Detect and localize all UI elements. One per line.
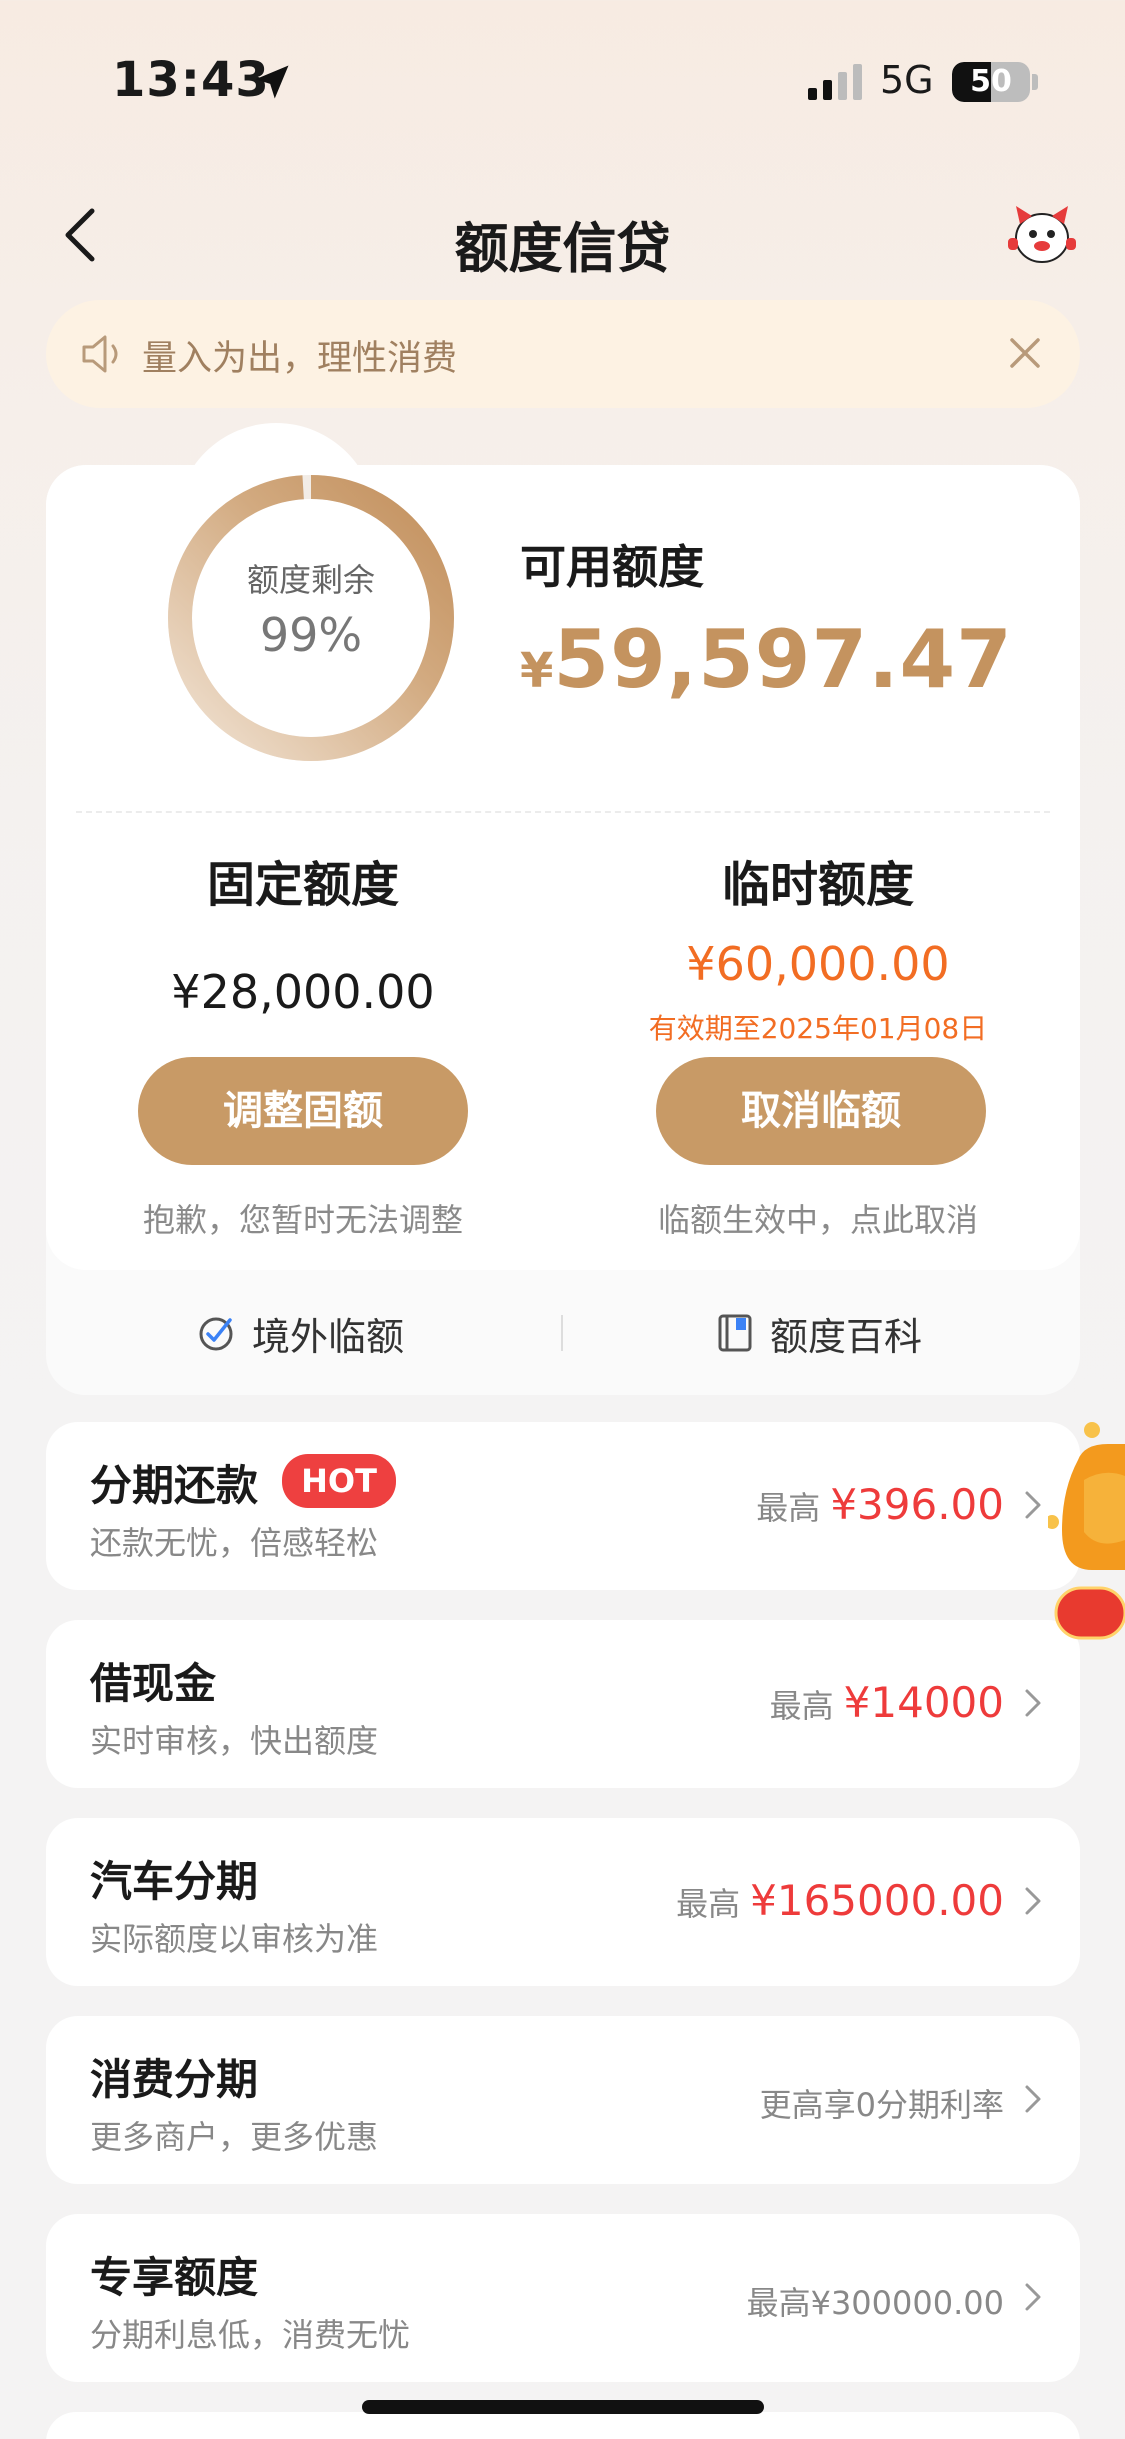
chevron-right-icon — [1025, 2283, 1041, 2311]
speaker-icon — [82, 335, 118, 373]
item-subtitle: 分期利息低，消费无忧 — [90, 2316, 411, 2354]
item-title: 专享额度 — [90, 2253, 259, 2302]
available-title: 可用额度 — [520, 540, 704, 594]
max-amount: ¥165000.00 — [750, 1876, 1004, 1925]
item-subtitle: 实际额度以审核为准 — [90, 1920, 379, 1958]
chevron-right-icon — [1025, 1887, 1041, 1915]
available-amount: ¥59,597.47 — [520, 613, 1013, 706]
item-note: 最高¥300000.00 — [746, 2284, 1004, 2322]
status-bar: 13:43 5G 50 — [0, 0, 1125, 160]
list-item-cash-loan[interactable]: 借现金 实时审核，快出额度 最高 ¥14000 — [46, 1620, 1080, 1788]
list-item-car-installment[interactable]: 汽车分期 实际额度以审核为准 最高 ¥165000.00 — [46, 1818, 1080, 1986]
limit-wiki-link[interactable]: 额度百科 — [714, 1303, 922, 1363]
item-subtitle: 更多商户，更多优惠 — [90, 2118, 379, 2156]
hot-badge: HOT — [282, 1454, 396, 1508]
clock: 13:43 — [112, 52, 270, 108]
temp-title: 临时额度 — [721, 857, 914, 913]
location-arrow-icon — [255, 65, 289, 99]
ring-percent: 99% — [259, 608, 363, 662]
max-amount: ¥14000 — [843, 1678, 1004, 1727]
divider — [76, 811, 1050, 813]
temp-expiry: 有效期至2025年01月08日 — [648, 1012, 988, 1045]
item-title: 汽车分期 — [90, 1857, 259, 1906]
temp-amount: ¥60,000.00 — [686, 937, 950, 991]
item-note: 更高享0分期利率 — [759, 2086, 1004, 2124]
battery-icon: 50 — [952, 62, 1030, 102]
item-max-value: 最高 ¥165000.00 — [676, 1876, 1004, 1925]
overseas-limit-label: 境外临额 — [252, 1314, 405, 1359]
max-prefix: 最高 — [769, 1687, 834, 1725]
list-item-exclusive-limit[interactable]: 专享额度 分期利息低，消费无忧 最高¥300000.00 — [46, 2214, 1080, 2382]
item-subtitle: 还款无忧，倍感轻松 — [90, 1524, 379, 1562]
max-prefix: 最高 — [676, 1885, 741, 1923]
limit-wiki-label: 额度百科 — [770, 1314, 923, 1359]
item-title: 分期还款 — [90, 1461, 259, 1510]
ring-label: 额度剩余 — [246, 561, 375, 599]
item-max-value: 最高 ¥14000 — [770, 1678, 1004, 1727]
notice-banner: 量入为出，理性消费 — [46, 300, 1080, 408]
overseas-limit-link[interactable]: 境外临额 — [196, 1303, 404, 1363]
item-subtitle: 实时审核，快出额度 — [90, 1722, 379, 1760]
link-divider — [561, 1315, 563, 1351]
fixed-amount: ¥28,000.00 — [171, 965, 435, 1019]
close-icon[interactable] — [1002, 330, 1048, 376]
item-max-value: 最高 ¥396.00 — [756, 1480, 1004, 1529]
available-value: 59,597.47 — [553, 613, 1013, 706]
currency-symbol: ¥ — [520, 643, 554, 699]
notice-text: 量入为出，理性消费 — [142, 339, 458, 379]
temp-hint[interactable]: 临额生效中，点此取消 — [618, 1195, 1018, 1241]
battery-label: 50 — [970, 64, 1012, 99]
credit-summary: 额度剩余 99% 可用额度 ¥59,597.47 固定额度 临时额度 ¥28,0… — [46, 465, 1080, 1270]
red-envelope-icon[interactable] — [1048, 1420, 1125, 1650]
chevron-right-icon — [1025, 1689, 1041, 1717]
globe-icon — [199, 1317, 233, 1351]
max-prefix: 最高 — [756, 1489, 821, 1527]
cancel-temp-button[interactable]: 取消临额 — [656, 1057, 986, 1165]
credit-card: 额度剩余 99% 可用额度 ¥59,597.47 固定额度 临时额度 ¥28,0… — [46, 423, 1080, 1395]
book-icon — [718, 1314, 752, 1352]
page-title: 额度信贷 — [454, 217, 671, 280]
list-item-consumer-installment[interactable]: 消费分期 更多商户，更多优惠 更高享0分期利率 — [46, 2016, 1080, 2184]
fixed-title: 固定额度 — [206, 857, 399, 913]
fixed-hint: 抱歉，您暂时无法调整 — [142, 1201, 463, 1239]
max-amount: ¥396.00 — [830, 1480, 1004, 1529]
fixed-limit-section: 固定额度 — [103, 845, 503, 915]
item-title: 消费分期 — [90, 2055, 259, 2104]
chevron-right-icon — [1025, 1491, 1041, 1519]
list-item-partial — [46, 2412, 1080, 2439]
battery-cap — [1032, 74, 1038, 90]
adjust-fixed-button[interactable]: 调整固额 — [138, 1057, 468, 1165]
temp-limit-section: 临时额度 — [618, 845, 1018, 915]
home-indicator — [362, 2400, 764, 2414]
nav-bar: 额度信贷 — [0, 180, 1125, 290]
network-type: 5G — [880, 58, 934, 102]
chevron-right-icon — [1025, 2085, 1041, 2113]
mascot-icon[interactable] — [1006, 202, 1078, 268]
list-item-installment-repay[interactable]: 分期还款 HOT 还款无忧，倍感轻松 最高 ¥396.00 — [46, 1422, 1080, 1590]
signal-icon — [808, 64, 862, 100]
item-title: 借现金 — [90, 1659, 217, 1708]
